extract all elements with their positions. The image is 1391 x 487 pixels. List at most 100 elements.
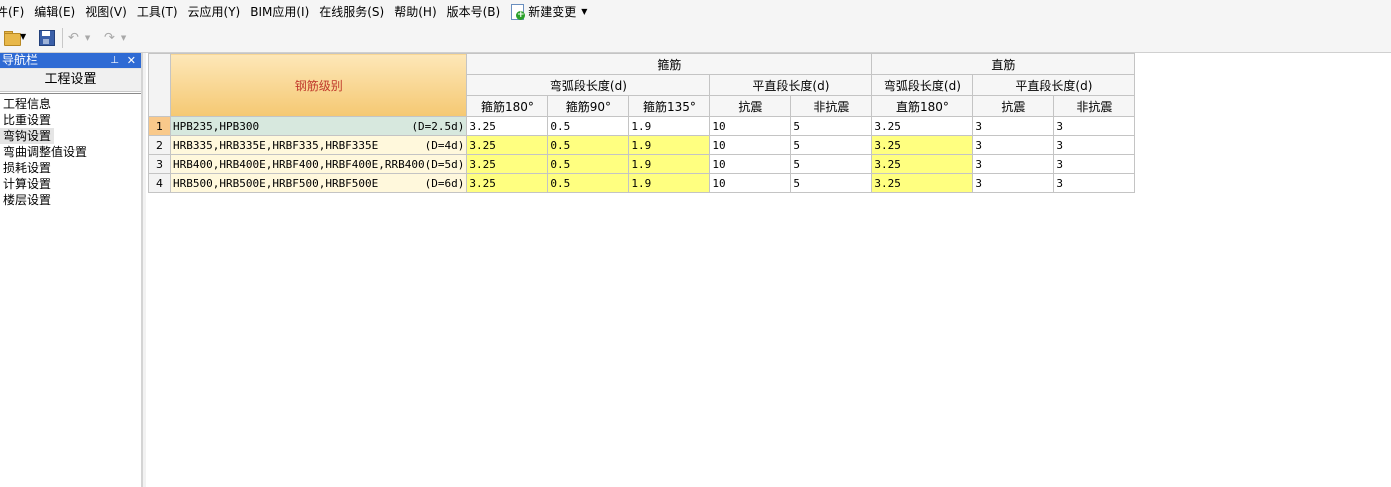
col-header: 非抗震 [1053,95,1136,117]
value-cell[interactable]: 3 [1053,116,1136,136]
hook-settings-grid: 钢筋级别 箍筋 直筋 弯弧段长度(d) 平直段长度(d) 弯弧段长度(d) 平直… [148,53,1136,193]
value-cell[interactable]: 1.9 [628,173,711,193]
value-cell[interactable]: 5 [790,154,873,174]
straight-group-header: 直筋 [871,53,1136,75]
value-cell[interactable]: 3.25 [871,154,974,174]
value-cell[interactable]: 10 [709,173,792,193]
value-cell[interactable]: 3.25 [466,154,549,174]
grade-diameter: (D=4d) [424,138,465,152]
value-cell[interactable]: 0.5 [547,173,630,193]
grade-name: HRB500,HRB500E,HRBF500,HRBF500E [173,176,379,190]
nav-item-floor[interactable]: 楼层设置 [0,192,141,208]
row-number[interactable]: 1 [148,116,171,136]
row-number[interactable]: 2 [148,135,171,155]
value-cell[interactable]: 0.5 [547,135,630,155]
nav-list: 工程信息 比重设置 弯钩设置 弯曲调整值设置 损耗设置 计算设置 楼层设置 [0,93,141,208]
nav-item-project-info[interactable]: 工程信息 [0,96,141,112]
nav-title: 导航栏 [2,53,39,67]
pin-icon[interactable]: ⊥ [110,53,119,68]
value-cell[interactable]: 3.25 [466,173,549,193]
col-header: 箍筋90° [547,95,630,117]
navigation-panel: 导航栏 ⊥ ✕ 工程设置 工程信息 比重设置 弯钩设置 弯曲调整值设置 损耗设置… [0,53,143,487]
value-cell[interactable]: 3 [972,116,1055,136]
nav-title-bar: 导航栏 ⊥ ✕ [0,53,141,68]
value-cell[interactable]: 1.9 [628,135,711,155]
value-cell[interactable]: 3 [1053,154,1136,174]
nav-item-calc[interactable]: 计算设置 [0,176,141,192]
redo-icon[interactable]: ↷ ▼ [104,30,130,46]
value-cell[interactable]: 5 [790,116,873,136]
grade-diameter: (D=6d) [424,176,465,190]
chevron-down-icon: ▼ [581,7,588,16]
value-cell[interactable]: 10 [709,135,792,155]
table-row: 4 HRB500,HRB500E,HRBF500,HRBF500E (D=6d) … [148,173,1136,193]
col-header: 箍筋180° [466,95,549,117]
menu-cloud[interactable]: 云应用(Y) [183,0,246,24]
grade-name: HRB335,HRB335E,HRBF335,HRBF335E [173,138,379,152]
value-cell[interactable]: 0.5 [547,116,630,136]
table-row: 2 HRB335,HRB335E,HRBF335,HRBF335E (D=4d) … [148,135,1136,155]
value-cell[interactable]: 3 [1053,135,1136,155]
corner-cell [148,53,171,117]
value-cell[interactable]: 5 [790,173,873,193]
value-cell[interactable]: 3.25 [871,116,974,136]
value-cell[interactable]: 5 [790,135,873,155]
value-cell[interactable]: 3 [972,173,1055,193]
value-cell[interactable]: 3 [972,135,1055,155]
grade-cell[interactable]: HRB335,HRB335E,HRBF335,HRBF335E (D=4d) [169,135,468,155]
menu-edit[interactable]: 编辑(E) [29,0,80,24]
row-number[interactable]: 4 [148,173,171,193]
folder-open-icon[interactable]: ▼ [3,30,26,46]
grade-cell[interactable]: HRB400,HRB400E,HRBF400,HRBF400E,RRB400 (D… [169,154,468,174]
new-change-label: 新建变更 [528,5,577,19]
menu-file[interactable]: 件(F) [0,0,29,24]
grade-diameter: (D=5d) [424,157,465,171]
menu-online[interactable]: 在线服务(S) [314,0,389,24]
value-cell[interactable]: 3 [1053,173,1136,193]
col-header: 抗震 [709,95,792,117]
save-icon[interactable] [39,30,55,46]
menu-bim[interactable]: BIM应用(I) [245,0,314,24]
new-change-button[interactable]: + 新建变更 ▼ [505,0,592,24]
value-cell[interactable]: 1.9 [628,116,711,136]
col-header: 非抗震 [790,95,873,117]
nav-item-bend-adjust[interactable]: 弯曲调整值设置 [0,144,141,160]
value-cell[interactable]: 10 [709,154,792,174]
nav-item-weight[interactable]: 比重设置 [0,112,141,128]
flat-length-header-straight: 平直段长度(d) [972,74,1136,96]
value-cell[interactable]: 3.25 [871,173,974,193]
row-number[interactable]: 3 [148,154,171,174]
close-icon[interactable]: ✕ [127,53,136,68]
undo-icon[interactable]: ↶ ▼ [68,30,94,46]
col-header: 直筋180° [871,95,974,117]
value-cell[interactable]: 3.25 [871,135,974,155]
value-cell[interactable]: 3.25 [466,135,549,155]
col-header: 抗震 [972,95,1055,117]
menu-bar: 件(F) 编辑(E) 视图(V) 工具(T) 云应用(Y) BIM应用(I) 在… [0,0,1391,24]
nav-item-loss[interactable]: 损耗设置 [0,160,141,176]
value-cell[interactable]: 10 [709,116,792,136]
value-cell[interactable]: 1.9 [628,154,711,174]
table-row: 3 HRB400,HRB400E,HRBF400,HRBF400E,RRB400… [148,154,1136,174]
menu-view[interactable]: 视图(V) [80,0,132,24]
arc-length-header-straight: 弯弧段长度(d) [871,74,974,96]
grade-cell[interactable]: HRB500,HRB500E,HRBF500,HRBF500E (D=6d) [169,173,468,193]
col-header: 箍筋135° [628,95,711,117]
table-row: 1 HPB235,HPB300 (D=2.5d) 3.25 0.5 1.9 10 … [148,116,1136,136]
grade-cell[interactable]: HPB235,HPB300 (D=2.5d) [169,116,468,136]
value-cell[interactable]: 3 [972,154,1055,174]
stirrup-group-header: 箍筋 [466,53,873,75]
menu-help[interactable]: 帮助(H) [389,0,441,24]
nav-section-header[interactable]: 工程设置 [0,68,141,92]
grade-header: 钢筋级别 [169,53,468,117]
splitter[interactable] [143,53,146,487]
toolbar: ▼ ↶ ▼ ↷ ▼ [0,24,1391,53]
value-cell[interactable]: 0.5 [547,154,630,174]
value-cell[interactable]: 3.25 [466,116,549,136]
grade-diameter: (D=2.5d) [411,119,465,133]
arc-length-header: 弯弧段长度(d) [466,74,711,96]
menu-version[interactable]: 版本号(B) [442,0,506,24]
grade-name: HRB400,HRB400E,HRBF400,HRBF400E,RRB400 [173,157,425,171]
menu-tools[interactable]: 工具(T) [132,0,183,24]
nav-item-hook[interactable]: 弯钩设置 [0,128,55,144]
